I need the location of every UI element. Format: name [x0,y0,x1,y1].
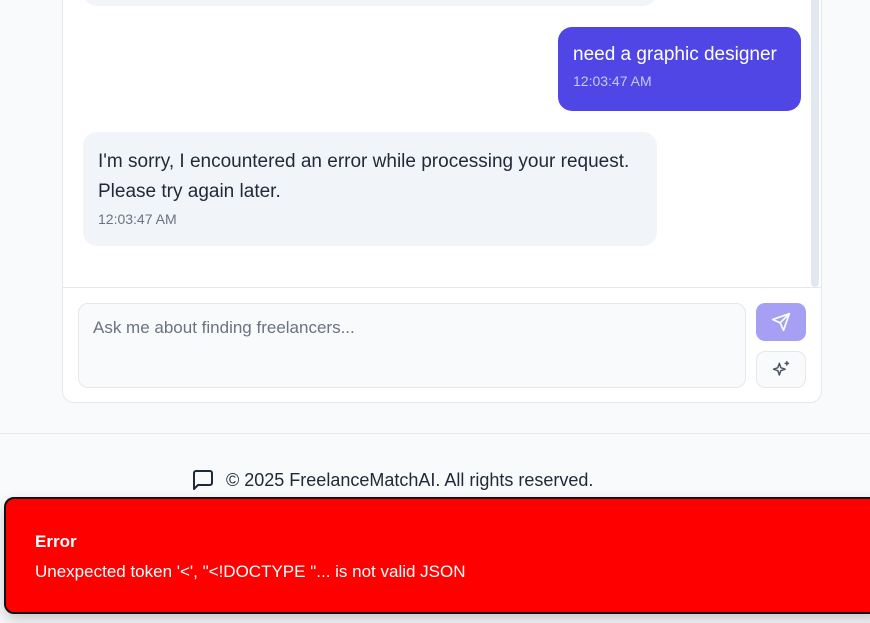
message-square-icon [193,470,213,490]
sparkles-icon [772,360,790,376]
chat-card: need a graphic designer 12:03:47 AM I'm … [62,0,822,403]
assistant-message: I'm sorry, I encountered an error while … [83,132,657,246]
user-message-text: need a graphic designer [573,44,777,65]
suggest-button[interactable] [756,351,806,388]
chat-input[interactable] [78,303,746,388]
user-message: need a graphic designer 12:03:47 AM [558,27,801,111]
toast-title: Error [35,532,77,551]
send-icon [771,312,791,332]
previous-message-bubble [83,0,657,6]
footer-copyright: © 2025 FreelanceMatchAI. All rights rese… [226,469,594,490]
assistant-message-time: 12:03:47 AM [98,211,177,227]
message-list[interactable]: need a graphic designer 12:03:47 AM I'm … [63,0,821,287]
user-message-time: 12:03:47 AM [573,73,652,89]
toast-message: Unexpected token '<', "<!DOCTYPE "... is… [35,562,466,581]
error-toast[interactable]: Error Unexpected token '<', "<!DOCTYPE "… [4,497,870,614]
send-button[interactable] [756,303,806,341]
chat-input-area [63,287,821,402]
assistant-message-text: I'm sorry, I encountered an error while … [98,151,630,202]
messages-scrollbar[interactable] [811,0,819,287]
footer-copyright-line: © 2025 FreelanceMatchAI. All rights rese… [191,468,593,492]
